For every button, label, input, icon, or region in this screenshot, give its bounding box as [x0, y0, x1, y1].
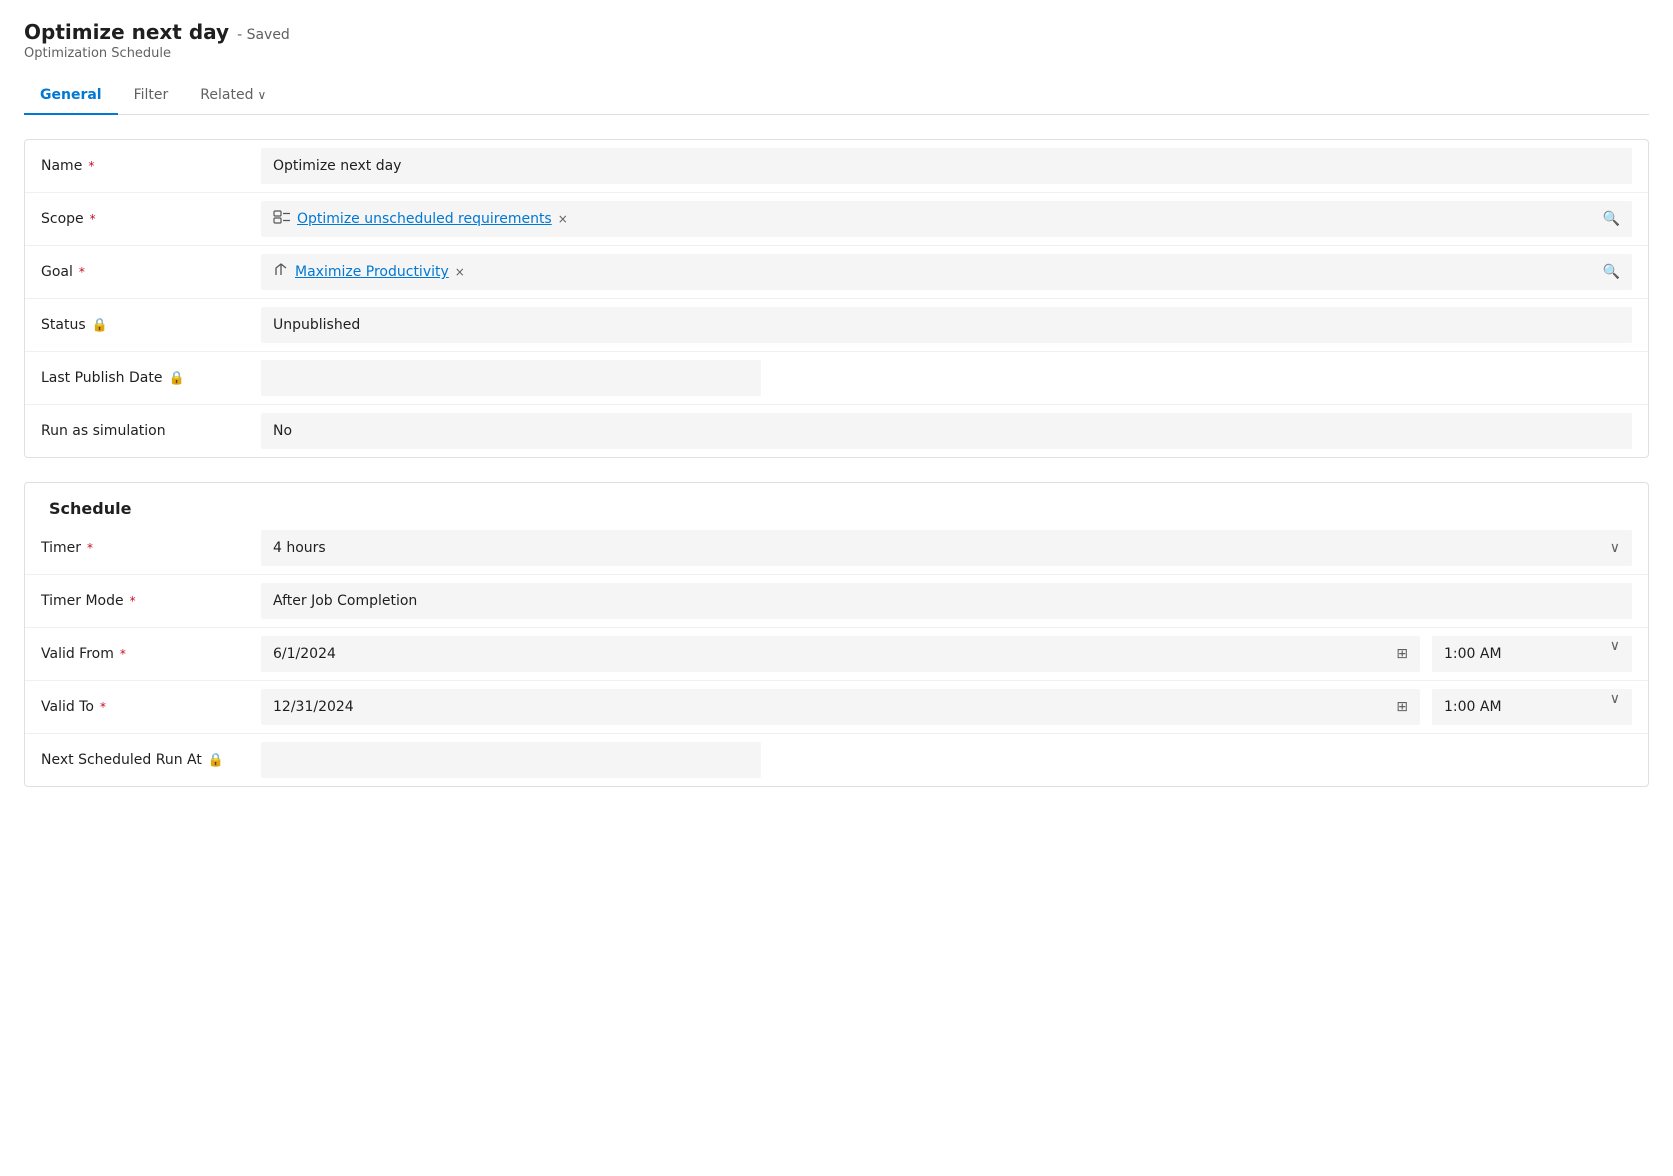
scope-label: Scope *	[41, 211, 261, 227]
tab-bar: General Filter Related ∨	[24, 77, 1649, 115]
last-publish-date-value	[261, 360, 761, 396]
goal-clear-button[interactable]: ×	[455, 265, 465, 279]
page-title: Optimize next day	[24, 20, 229, 44]
goal-label: Goal *	[41, 264, 261, 280]
valid-to-time-field[interactable]: 1:00 AM ∨	[1432, 689, 1632, 725]
scope-clear-button[interactable]: ×	[558, 212, 568, 226]
schedule-section-body: Timer * 4 hours ∨ Timer Mode * After Job…	[25, 522, 1648, 786]
page-subtitle: Optimization Schedule	[24, 46, 1649, 61]
name-label: Name *	[41, 158, 261, 174]
valid-from-date-field[interactable]: 6/1/2024 ⊞	[261, 636, 1420, 672]
valid-to-time-dropdown-icon: ∨	[1610, 691, 1620, 707]
run-as-simulation-value[interactable]: No	[261, 413, 1632, 449]
tab-related[interactable]: Related ∨	[184, 77, 282, 115]
valid-to-row: Valid To * 12/31/2024 ⊞ 1:00 AM ∨	[25, 681, 1648, 734]
timer-mode-label: Timer Mode *	[41, 593, 261, 609]
next-scheduled-run-at-row: Next Scheduled Run At 🔒	[25, 734, 1648, 786]
status-row: Status 🔒 Unpublished	[25, 299, 1648, 352]
timer-required: *	[87, 541, 93, 555]
valid-from-time-field[interactable]: 1:00 AM ∨	[1432, 636, 1632, 672]
valid-to-required: *	[100, 700, 106, 714]
goal-tag-icon	[273, 262, 289, 282]
next-scheduled-run-at-label: Next Scheduled Run At 🔒	[41, 752, 261, 768]
timer-mode-row: Timer Mode * After Job Completion	[25, 575, 1648, 628]
valid-to-calendar-icon[interactable]: ⊞	[1396, 699, 1408, 715]
next-scheduled-lock-icon: 🔒	[208, 753, 224, 768]
status-lock-icon: 🔒	[92, 318, 108, 333]
tab-general[interactable]: General	[24, 77, 118, 115]
valid-to-label: Valid To *	[41, 699, 261, 715]
timer-mode-required: *	[130, 594, 136, 608]
goal-value[interactable]: Maximize Productivity × 🔍	[261, 254, 1632, 290]
timer-mode-value[interactable]: After Job Completion	[261, 583, 1632, 619]
valid-to-date-field[interactable]: 12/31/2024 ⊞	[261, 689, 1420, 725]
last-publish-date-label: Last Publish Date 🔒	[41, 370, 261, 386]
main-content: Name * Optimize next day Scope *	[0, 115, 1673, 835]
schedule-section-title: Schedule	[25, 483, 1648, 522]
scope-search-icon[interactable]: 🔍	[1603, 211, 1620, 227]
valid-to-datetime: 12/31/2024 ⊞ 1:00 AM ∨	[261, 689, 1632, 725]
scope-required: *	[90, 212, 96, 226]
page-header: Optimize next day - Saved Optimization S…	[0, 0, 1673, 115]
goal-link[interactable]: Maximize Productivity	[295, 264, 449, 280]
name-row: Name * Optimize next day	[25, 140, 1648, 193]
valid-from-row: Valid From * 6/1/2024 ⊞ 1:00 AM ∨	[25, 628, 1648, 681]
last-publish-date-row: Last Publish Date 🔒	[25, 352, 1648, 405]
timer-value[interactable]: 4 hours ∨	[261, 530, 1632, 566]
scope-value[interactable]: Optimize unscheduled requirements × 🔍	[261, 201, 1632, 237]
next-scheduled-run-at-value	[261, 742, 761, 778]
saved-label: - Saved	[237, 27, 290, 43]
timer-label: Timer *	[41, 540, 261, 556]
last-publish-date-lock-icon: 🔒	[168, 371, 184, 386]
tab-filter[interactable]: Filter	[118, 77, 185, 115]
valid-from-required: *	[120, 647, 126, 661]
run-as-simulation-row: Run as simulation No	[25, 405, 1648, 457]
general-section: Name * Optimize next day Scope *	[24, 139, 1649, 458]
timer-dropdown-icon: ∨	[1610, 540, 1620, 556]
valid-from-datetime: 6/1/2024 ⊞ 1:00 AM ∨	[261, 636, 1632, 672]
valid-from-calendar-icon[interactable]: ⊞	[1396, 646, 1408, 662]
scope-row: Scope * Optimize unscheduled requirement…	[25, 193, 1648, 246]
run-as-simulation-label: Run as simulation	[41, 423, 261, 439]
scope-tag-icon	[273, 210, 291, 228]
name-required: *	[88, 159, 94, 173]
schedule-section: Schedule Timer * 4 hours ∨ Timer Mode *	[24, 482, 1649, 787]
status-value: Unpublished	[261, 307, 1632, 343]
chevron-down-icon: ∨	[257, 88, 266, 102]
goal-search-icon[interactable]: 🔍	[1603, 264, 1620, 280]
timer-row: Timer * 4 hours ∨	[25, 522, 1648, 575]
goal-required: *	[79, 265, 85, 279]
scope-link[interactable]: Optimize unscheduled requirements	[297, 211, 552, 227]
status-label: Status 🔒	[41, 317, 261, 333]
valid-from-time-dropdown-icon: ∨	[1610, 638, 1620, 654]
valid-from-label: Valid From *	[41, 646, 261, 662]
name-value[interactable]: Optimize next day	[261, 148, 1632, 184]
goal-row: Goal * Maximize Productivity × 🔍	[25, 246, 1648, 299]
